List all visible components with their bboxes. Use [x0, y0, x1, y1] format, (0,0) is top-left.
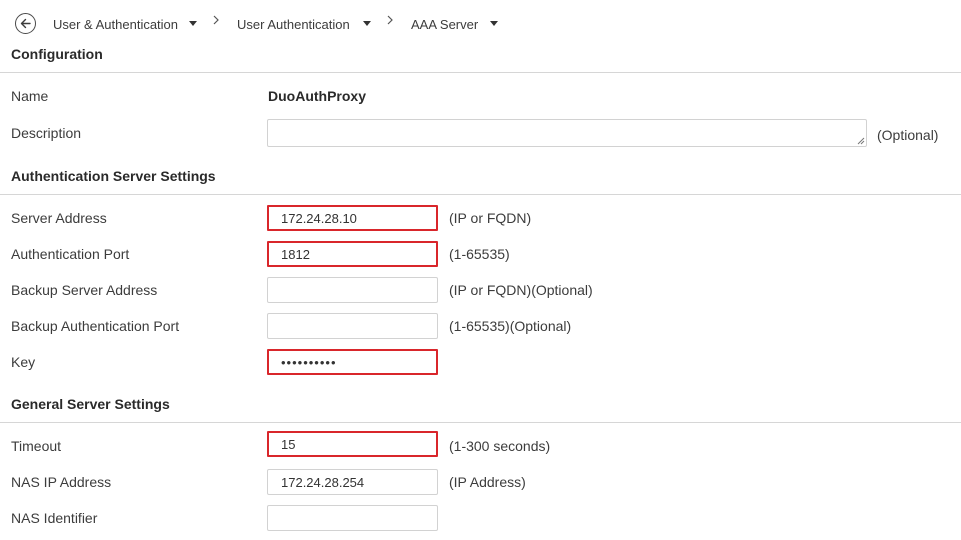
nas-identifier-label: NAS Identifier	[11, 510, 98, 526]
backup-server-address-label: Backup Server Address	[11, 282, 158, 298]
backup-auth-port-input[interactable]	[267, 313, 438, 339]
auth-port-label: Authentication Port	[11, 246, 130, 262]
name-value: DuoAuthProxy	[268, 88, 366, 104]
auth-port-hint: (1-65535)	[449, 246, 510, 262]
description-hint: (Optional)	[877, 127, 939, 143]
nas-ip-address-label: NAS IP Address	[11, 474, 112, 490]
timeout-hint: (1-300 seconds)	[449, 438, 551, 454]
server-address-label: Server Address	[11, 210, 107, 226]
section-title-auth-server: Authentication Server Settings	[11, 168, 216, 184]
section-title-general: General Server Settings	[11, 396, 170, 412]
divider	[0, 422, 961, 423]
section-title-configuration: Configuration	[11, 46, 103, 62]
name-label: Name	[11, 88, 49, 104]
nas-ip-address-input[interactable]: 172.24.28.254	[267, 469, 438, 495]
key-label: Key	[11, 354, 36, 370]
divider	[0, 72, 961, 73]
backup-server-address-hint: (IP or FQDN)(Optional)	[449, 282, 593, 298]
back-button[interactable]	[15, 13, 36, 34]
caret-down-icon[interactable]	[189, 21, 197, 26]
description-label: Description	[11, 125, 82, 141]
caret-down-icon[interactable]	[363, 21, 371, 26]
back-arrow-icon	[20, 18, 31, 29]
breadcrumb: User & Authentication User Authenticatio…	[0, 0, 961, 44]
backup-server-address-input[interactable]	[267, 277, 438, 303]
description-textarea[interactable]	[267, 119, 867, 147]
timeout-input[interactable]: 15	[267, 431, 438, 457]
chevron-right-icon	[213, 15, 219, 25]
server-address-input[interactable]: 172.24.28.10	[267, 205, 438, 231]
breadcrumb-user-authentication-menu[interactable]: User & Authentication	[53, 17, 178, 32]
backup-auth-port-label: Backup Authentication Port	[11, 318, 180, 334]
breadcrumb-user-authentication[interactable]: User Authentication	[237, 17, 350, 32]
server-address-hint: (IP or FQDN)	[449, 210, 532, 226]
auth-port-input[interactable]: 1812	[267, 241, 438, 267]
divider	[0, 194, 961, 195]
nas-ip-address-hint: (IP Address)	[449, 474, 526, 490]
key-password-input[interactable]: ••••••••••	[267, 349, 438, 375]
nas-identifier-input[interactable]	[267, 505, 438, 531]
caret-down-icon[interactable]	[490, 21, 498, 26]
breadcrumb-aaa-server[interactable]: AAA Server	[411, 17, 478, 32]
backup-auth-port-hint: (1-65535)(Optional)	[449, 318, 572, 334]
resize-grip-icon[interactable]	[857, 137, 865, 145]
chevron-right-icon	[387, 15, 393, 25]
timeout-label: Timeout	[11, 438, 62, 454]
